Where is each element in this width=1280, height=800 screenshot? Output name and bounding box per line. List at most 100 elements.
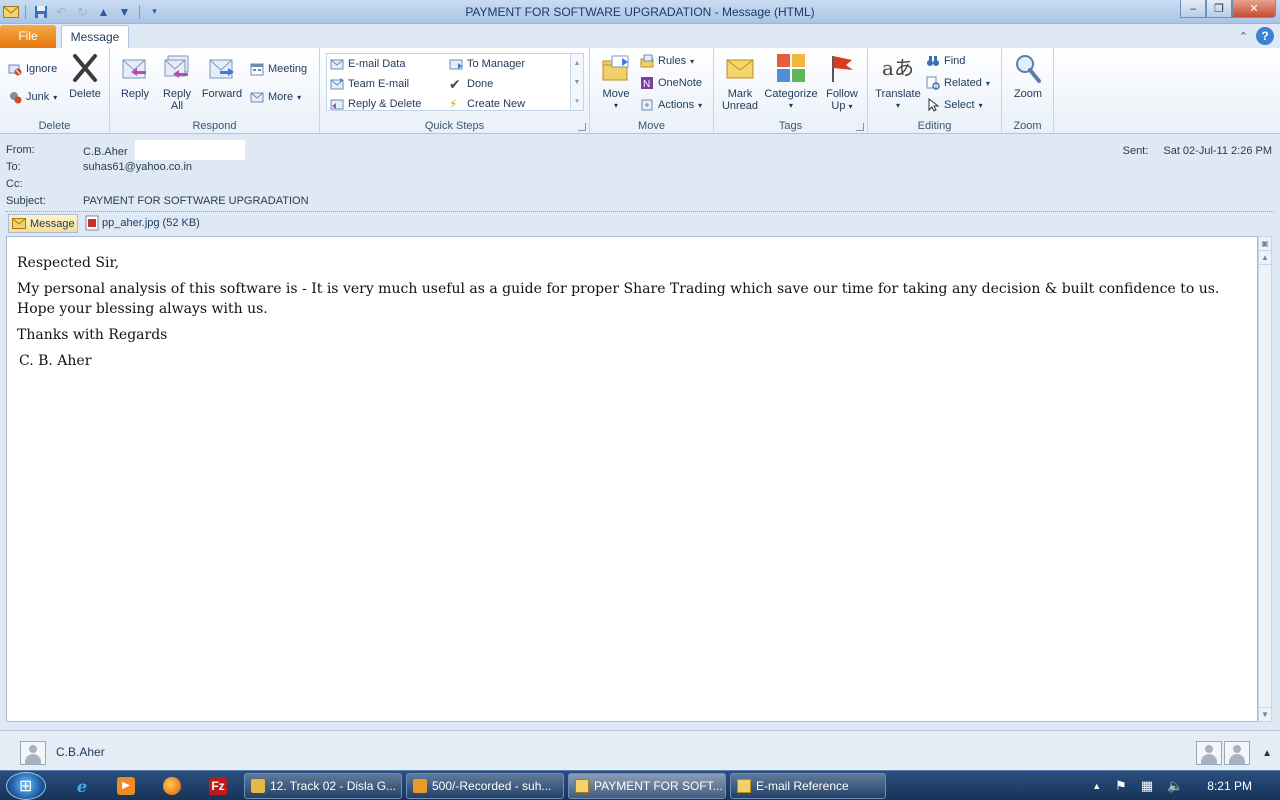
quick-step-email-data[interactable]: E-mail Data <box>330 57 405 71</box>
scroll-options-icon[interactable]: ▣ <box>1259 237 1271 251</box>
contact-avatar[interactable] <box>20 741 46 765</box>
translate-button[interactable]: aあ Translate ▾ <box>872 52 924 112</box>
taskbar-item-label: E-mail Reference <box>756 779 849 793</box>
attachment-file[interactable]: pp_aher.jpg (52 KB) <box>85 215 200 231</box>
quick-step-label: Create New <box>467 98 526 110</box>
move-button[interactable]: Move ▾ <box>596 52 636 112</box>
mark-unread-label-1: Mark <box>727 88 753 100</box>
editing-group: aあ Translate ▾ Find Related ▾ Select ▾ E… <box>868 48 1002 134</box>
scroll-up-arrow-icon[interactable]: ▲ <box>1259 251 1271 265</box>
people-pane: C.B.Aher ▲ <box>0 730 1280 770</box>
tab-file[interactable]: File <box>0 25 56 48</box>
forward-button[interactable]: Forward <box>200 52 244 100</box>
actions-dropdown-icon: ▾ <box>698 100 703 110</box>
quick-step-to-manager[interactable]: To Manager <box>449 57 525 71</box>
person-avatar-icon[interactable] <box>1196 741 1223 765</box>
follow-up-dropdown-icon: ▾ <box>848 102 853 111</box>
message-view-label: Message <box>30 217 75 230</box>
outlook-icon <box>413 779 427 793</box>
media-player-icon[interactable]: ▶ <box>106 774 146 798</box>
action-center-icon[interactable]: ▦ <box>1141 778 1153 794</box>
close-button[interactable]: ✕ <box>1232 0 1276 18</box>
tab-message[interactable]: Message <box>61 25 129 48</box>
quick-step-team-email[interactable]: Team E-mail <box>330 77 409 91</box>
scroll-down-icon[interactable]: ▼ <box>571 73 583 92</box>
forward-icon <box>206 52 238 84</box>
categorize-dropdown-icon: ▾ <box>788 101 793 110</box>
quick-steps-launcher-icon[interactable] <box>578 123 586 131</box>
email-data-icon <box>330 59 344 70</box>
follow-up-button[interactable]: Follow Up ▾ <box>822 52 862 113</box>
quick-step-create-new[interactable]: ⚡ Create New <box>449 97 525 111</box>
taskbar-item-recorded[interactable]: 500/-Recorded - suh... <box>406 773 564 799</box>
reply-delete-icon <box>330 99 344 110</box>
show-hidden-icons-icon[interactable]: ▲ <box>1092 781 1101 791</box>
people-pane-name[interactable]: C.B.Aher <box>56 745 105 759</box>
scroll-down-arrow-icon[interactable]: ▼ <box>1259 707 1271 721</box>
tags-launcher-icon[interactable] <box>856 123 864 131</box>
reply-all-label-1: Reply <box>162 88 192 100</box>
to-label: To: <box>6 161 21 173</box>
related-dropdown-icon: ▾ <box>985 78 990 88</box>
quick-step-reply-delete[interactable]: Reply & Delete <box>330 97 421 111</box>
reply-all-button[interactable]: Reply All <box>158 52 196 112</box>
internet-explorer-icon[interactable]: e <box>62 774 102 798</box>
junk-label: Junk <box>26 91 50 103</box>
actions-label: Actions <box>658 99 695 111</box>
meeting-button[interactable]: Meeting <box>250 62 307 76</box>
body-closing: Thanks with Regards <box>17 327 168 343</box>
cursor-icon <box>928 98 940 112</box>
junk-button[interactable]: Junk ▾ <box>8 90 57 104</box>
zoom-group-label: Zoom <box>1013 120 1042 132</box>
gallery-expand-icon[interactable]: ▾ <box>571 92 583 111</box>
to-value[interactable]: suhas61@yahoo.co.in <box>83 161 192 173</box>
rules-dropdown-icon: ▾ <box>690 56 695 66</box>
delete-button[interactable]: Delete <box>66 52 104 100</box>
clock[interactable]: 8:21 PM <box>1207 779 1252 793</box>
from-label: From: <box>6 144 35 156</box>
body-scrollbar[interactable]: ▣ ▲ ▼ <box>1258 236 1272 722</box>
onenote-button[interactable]: N OneNote <box>640 76 702 90</box>
taskbar-item-payment[interactable]: PAYMENT FOR SOFT... <box>568 773 726 799</box>
ignore-button[interactable]: Ignore <box>8 62 57 76</box>
reply-icon <box>119 52 151 84</box>
firefox-icon[interactable] <box>152 774 192 798</box>
reply-all-icon <box>161 52 193 84</box>
from-value[interactable]: C.B.Aher <box>83 140 245 160</box>
taskbar-item-email-reference[interactable]: E-mail Reference <box>730 773 886 799</box>
filezilla-icon[interactable]: Fz <box>198 774 238 798</box>
respond-group: Reply Reply All Forward Meeting More ▾ R… <box>110 48 320 134</box>
rules-button[interactable]: Rules ▾ <box>640 54 694 68</box>
mark-unread-button[interactable]: Mark Unread <box>718 52 762 112</box>
editing-group-label: Editing <box>917 120 952 132</box>
minimize-ribbon-icon[interactable]: ⌃ <box>1239 30 1248 43</box>
volume-icon[interactable]: 🔈 <box>1167 778 1183 794</box>
start-button[interactable] <box>6 772 46 800</box>
message-body[interactable]: Respected Sir, My personal analysis of t… <box>6 236 1258 722</box>
team-email-icon <box>330 78 344 90</box>
quick-step-label: Team E-mail <box>348 78 410 90</box>
binoculars-icon <box>927 56 939 66</box>
expand-people-pane-icon[interactable]: ▲ <box>1262 748 1272 759</box>
message-view-button[interactable]: Message <box>8 214 78 233</box>
quick-steps-scrollbar[interactable]: ▲ ▼ ▾ <box>570 54 583 110</box>
quick-step-done[interactable]: ✔ Done <box>449 77 493 91</box>
follow-up-label-2-text: Up <box>831 100 846 112</box>
scroll-up-icon[interactable]: ▲ <box>571 54 583 73</box>
select-button[interactable]: Select ▾ <box>926 98 983 112</box>
help-icon[interactable]: ? <box>1256 27 1274 45</box>
categorize-button[interactable]: Categorize ▾ <box>762 52 820 112</box>
restore-button[interactable]: ❐ <box>1206 0 1232 18</box>
related-button[interactable]: Related ▾ <box>926 76 990 90</box>
zoom-button[interactable]: Zoom <box>1008 52 1048 100</box>
more-icon <box>250 92 264 103</box>
more-button[interactable]: More ▾ <box>250 90 301 104</box>
reply-button[interactable]: Reply <box>118 52 152 100</box>
actions-button[interactable]: Actions ▾ <box>640 98 702 112</box>
network-icon[interactable]: ⚑ <box>1115 778 1127 794</box>
person-avatar-icon[interactable] <box>1224 741 1251 765</box>
translate-icon: aあ <box>882 56 914 80</box>
minimize-button[interactable]: ‒ <box>1180 0 1206 18</box>
taskbar-item-track[interactable]: 12. Track 02 - Disla G... <box>244 773 402 799</box>
find-button[interactable]: Find <box>926 54 965 68</box>
